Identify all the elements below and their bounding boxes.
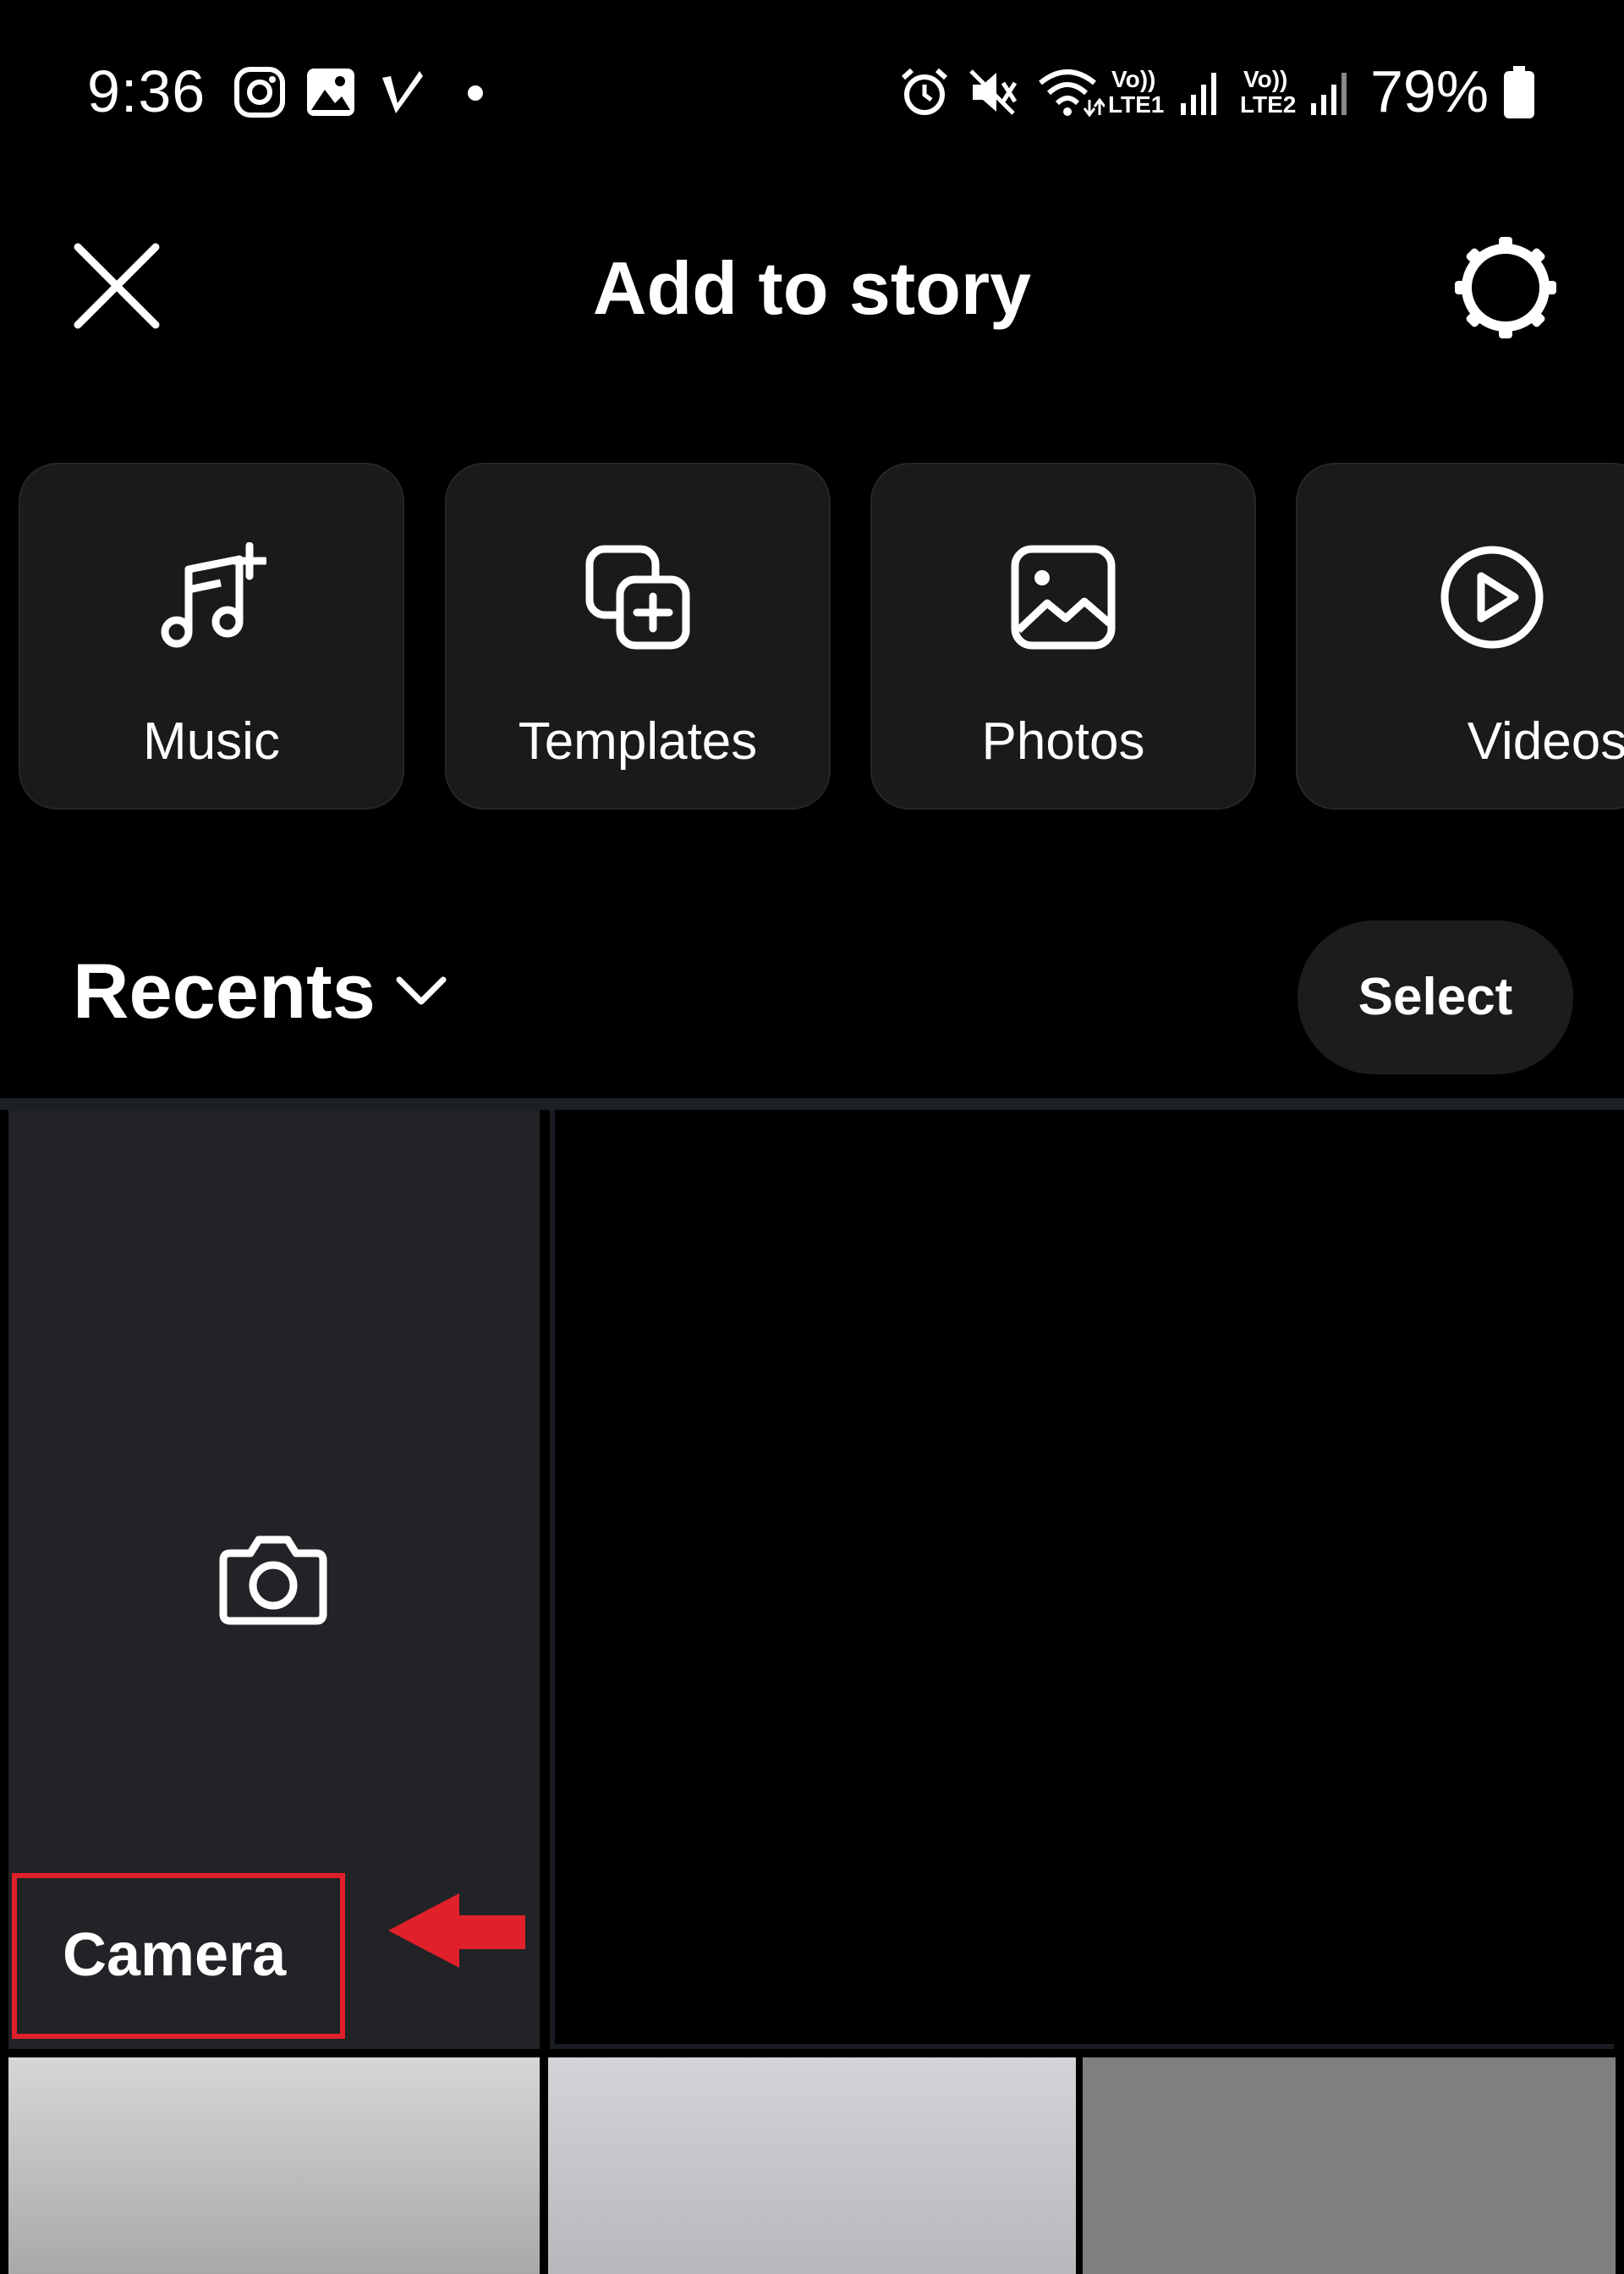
signal-icon-2 [1311,73,1347,115]
battery-icon [1504,66,1534,118]
gallery-thumbnail-large[interactable] [550,1110,1614,2049]
highlight-box [12,1873,345,2039]
page-title: Add to story [592,246,1032,330]
alarm-icon [901,68,948,115]
videos-card[interactable]: Videos [1296,463,1624,810]
status-bar: 9:36 Vo)) LTE1 Vo)) LTE2 79% [0,0,1624,186]
gallery-thumbnail[interactable] [548,2057,1076,2274]
gallery-thumbnail[interactable] [8,2057,540,2274]
mute-icon [969,69,1018,115]
notification-dot [468,85,483,101]
photo-icon [1011,545,1116,650]
music-card[interactable]: Music [19,463,404,810]
gallery-icon [307,69,354,116]
templates-card[interactable]: Templates [445,463,831,810]
sim1-lte-label: LTE1 [1108,91,1165,118]
videos-label: Videos [1467,712,1624,771]
v-app-icon [382,71,423,113]
sim2-volte-label: Vo)) [1243,66,1288,92]
instagram-icon [234,67,285,118]
signal-icon [1181,73,1216,115]
wifi-icon [1039,69,1105,118]
chevron-down-icon[interactable] [394,963,448,1017]
arrow-annotation-icon [388,1893,525,1968]
templates-add-icon [585,545,690,650]
sim1-volte-label: Vo)) [1111,66,1156,92]
templates-label: Templates [518,712,758,771]
grid-divider [0,1098,1624,1110]
select-button[interactable]: Select [1298,920,1573,1074]
settings-icon[interactable] [1453,235,1558,340]
battery-percentage: 79% [1370,58,1490,124]
status-time: 9:36 [87,58,206,124]
music-label: Music [143,712,280,771]
music-add-icon [161,542,266,648]
album-selector-label[interactable]: Recents [73,948,376,1036]
play-circle-icon [1440,546,1544,649]
photos-label: Photos [981,712,1145,771]
camera-icon [219,1535,327,1625]
photos-card[interactable]: Photos [870,463,1256,810]
sim2-lte-label: LTE2 [1240,91,1297,118]
gallery-thumbnail[interactable] [1083,2057,1616,2274]
